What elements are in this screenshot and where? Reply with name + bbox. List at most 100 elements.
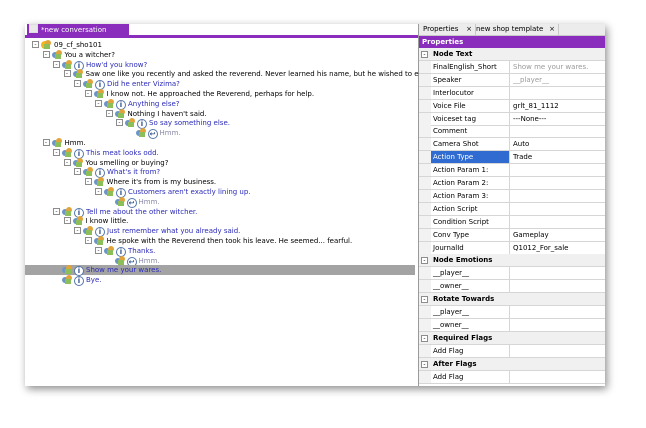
property-value[interactable]: Show me your wares. xyxy=(511,61,605,73)
property-row[interactable]: Action Param 2: xyxy=(419,177,605,190)
property-row[interactable]: Action Type Trade xyxy=(419,151,605,165)
property-row[interactable]: Add Flag xyxy=(419,370,605,384)
collapse-toggle[interactable]: - xyxy=(95,246,102,254)
tree-node[interactable]: - i Customers aren't exactly lining up. xyxy=(25,187,418,198)
tree-node[interactable]: - i Just remember what you already said. xyxy=(25,226,418,238)
tree-node[interactable]: ↩ Hmm. xyxy=(25,128,418,140)
collapse-toggle[interactable]: - xyxy=(74,80,81,88)
property-value[interactable] xyxy=(511,216,605,228)
tree-node[interactable]: - Nothing I haven't said. xyxy=(25,108,418,119)
close-icon[interactable]: × xyxy=(549,24,555,35)
tree-node[interactable]: - You a witcher? xyxy=(25,49,418,60)
property-row[interactable]: FinalEnglish_Short Show me your wares. xyxy=(419,60,605,74)
collapse-toggle[interactable]: - xyxy=(84,90,92,97)
property-value[interactable]: ---None--- xyxy=(511,113,605,125)
tree-node[interactable]: ↩ Hmm. xyxy=(25,196,418,208)
category-collapse-toggle[interactable]: - xyxy=(421,51,428,58)
collapse-toggle[interactable]: - xyxy=(53,148,60,156)
property-category[interactable]: - Node Text xyxy=(419,48,605,61)
property-value[interactable] xyxy=(511,267,605,279)
tree-node[interactable]: ↩ Hmm. xyxy=(25,255,418,267)
tree-node[interactable]: - Saw one like you recently and asked the… xyxy=(25,69,463,79)
tree-node[interactable]: - Hmm. xyxy=(25,138,418,148)
property-value[interactable]: Trade xyxy=(511,151,605,163)
property-row[interactable]: __player__ xyxy=(419,267,605,281)
tree-node[interactable]: - i Thanks. xyxy=(25,245,418,257)
collapse-toggle[interactable]: - xyxy=(105,109,113,117)
collapse-toggle[interactable]: - xyxy=(74,168,81,176)
property-value[interactable] xyxy=(511,125,605,137)
property-value[interactable] xyxy=(511,164,605,176)
tab-new-conversation[interactable]: *new conversation xyxy=(27,24,129,35)
property-value[interactable]: Auto xyxy=(511,138,605,150)
property-row[interactable]: Action Param 3: xyxy=(419,189,605,203)
tree-node[interactable]: - I know not. He approached the Reverend,… xyxy=(25,89,418,99)
category-collapse-toggle[interactable]: - xyxy=(421,257,428,265)
tree-node[interactable]: - i This meat looks odd. xyxy=(25,147,418,159)
property-category[interactable]: - After Flags xyxy=(419,357,605,371)
property-value[interactable] xyxy=(511,87,605,99)
collapse-toggle[interactable]: - xyxy=(84,178,92,186)
collapse-toggle[interactable]: - xyxy=(63,158,71,166)
property-row[interactable]: JournalId Q1012_For_sale xyxy=(419,241,605,255)
category-collapse-toggle[interactable]: - xyxy=(421,334,428,342)
property-value[interactable] xyxy=(511,280,605,292)
property-row[interactable]: __player__ xyxy=(419,306,605,319)
property-row[interactable]: Voiceset tag ---None--- xyxy=(419,112,605,126)
property-value[interactable]: Q1012_For_sale xyxy=(511,242,605,254)
property-value[interactable] xyxy=(511,345,605,357)
collapse-toggle[interactable]: - xyxy=(42,50,50,58)
tree-node[interactable]: - 09_cf_sho101 xyxy=(25,40,418,50)
property-value[interactable] xyxy=(511,177,605,189)
tree-node[interactable]: - I know little. xyxy=(25,216,418,226)
property-row[interactable]: Interlocutor xyxy=(419,86,605,100)
property-value[interactable]: Gameplay xyxy=(511,229,605,241)
property-category[interactable]: - Required Flags xyxy=(419,331,605,345)
tree-node[interactable]: - i So say something else. xyxy=(25,118,418,130)
collapse-toggle[interactable]: - xyxy=(116,119,123,127)
collapse-toggle[interactable]: - xyxy=(74,227,81,235)
tree-node[interactable]: - i What's it from? xyxy=(25,167,418,179)
property-value[interactable] xyxy=(511,371,605,383)
property-row[interactable]: __owner__ xyxy=(419,280,605,294)
category-collapse-toggle[interactable]: - xyxy=(421,296,428,304)
property-value[interactable] xyxy=(511,306,605,318)
tree-node[interactable]: - You smelling or buying? xyxy=(25,157,418,168)
collapse-toggle[interactable]: - xyxy=(32,41,39,48)
property-row[interactable]: Comment xyxy=(419,125,605,139)
collapse-toggle[interactable]: - xyxy=(53,207,60,215)
tree-node[interactable]: - Where it's from is my business. xyxy=(25,177,418,187)
property-row[interactable]: Add Flag xyxy=(419,344,605,358)
property-value[interactable]: __player__ xyxy=(511,74,605,86)
tree-node[interactable]: - i How'd you know? xyxy=(25,59,418,71)
property-row[interactable]: Speaker __player__ xyxy=(419,73,605,87)
tree-node-selected[interactable]: i Show me your wares. xyxy=(25,265,415,277)
collapse-toggle[interactable]: - xyxy=(95,188,102,195)
property-category[interactable]: - Node Emotions xyxy=(419,254,605,268)
property-row[interactable]: Voice File grlt_81_1112 xyxy=(419,99,605,113)
tab-new-shop-template[interactable]: new shop template × xyxy=(472,24,559,35)
collapse-toggle[interactable]: - xyxy=(84,237,92,244)
tree-node[interactable]: - i Tell me about the other witcher. xyxy=(25,206,418,218)
property-value[interactable] xyxy=(511,203,605,215)
property-value[interactable]: grlt_81_1112 xyxy=(511,100,605,112)
tree-node[interactable]: - He spoke with the Reverend then took hi… xyxy=(25,236,418,246)
collapse-toggle[interactable]: - xyxy=(63,70,71,78)
tree-node[interactable]: - i Did he enter Vizima? xyxy=(25,79,418,91)
property-row[interactable]: Condition Script xyxy=(419,215,605,229)
collapse-toggle[interactable]: - xyxy=(63,217,71,225)
property-row[interactable]: Action Param 1: xyxy=(419,164,605,178)
property-value[interactable] xyxy=(511,190,605,202)
property-value[interactable] xyxy=(511,319,605,331)
property-row[interactable]: Camera Shot Auto xyxy=(419,138,605,152)
property-row[interactable]: Conv Type Gameplay xyxy=(419,228,605,242)
property-row[interactable]: __owner__ xyxy=(419,318,605,332)
tree-node[interactable]: i Bye. xyxy=(25,275,418,287)
tab-properties[interactable]: Properties × xyxy=(419,24,476,35)
collapse-toggle[interactable]: - xyxy=(53,60,60,68)
tree-node[interactable]: - i Anything else? xyxy=(25,98,418,110)
property-row[interactable]: Action Script xyxy=(419,202,605,216)
collapse-toggle[interactable]: - xyxy=(95,99,102,107)
property-category[interactable]: - Rotate Towards xyxy=(419,293,605,307)
category-collapse-toggle[interactable]: - xyxy=(421,360,428,368)
